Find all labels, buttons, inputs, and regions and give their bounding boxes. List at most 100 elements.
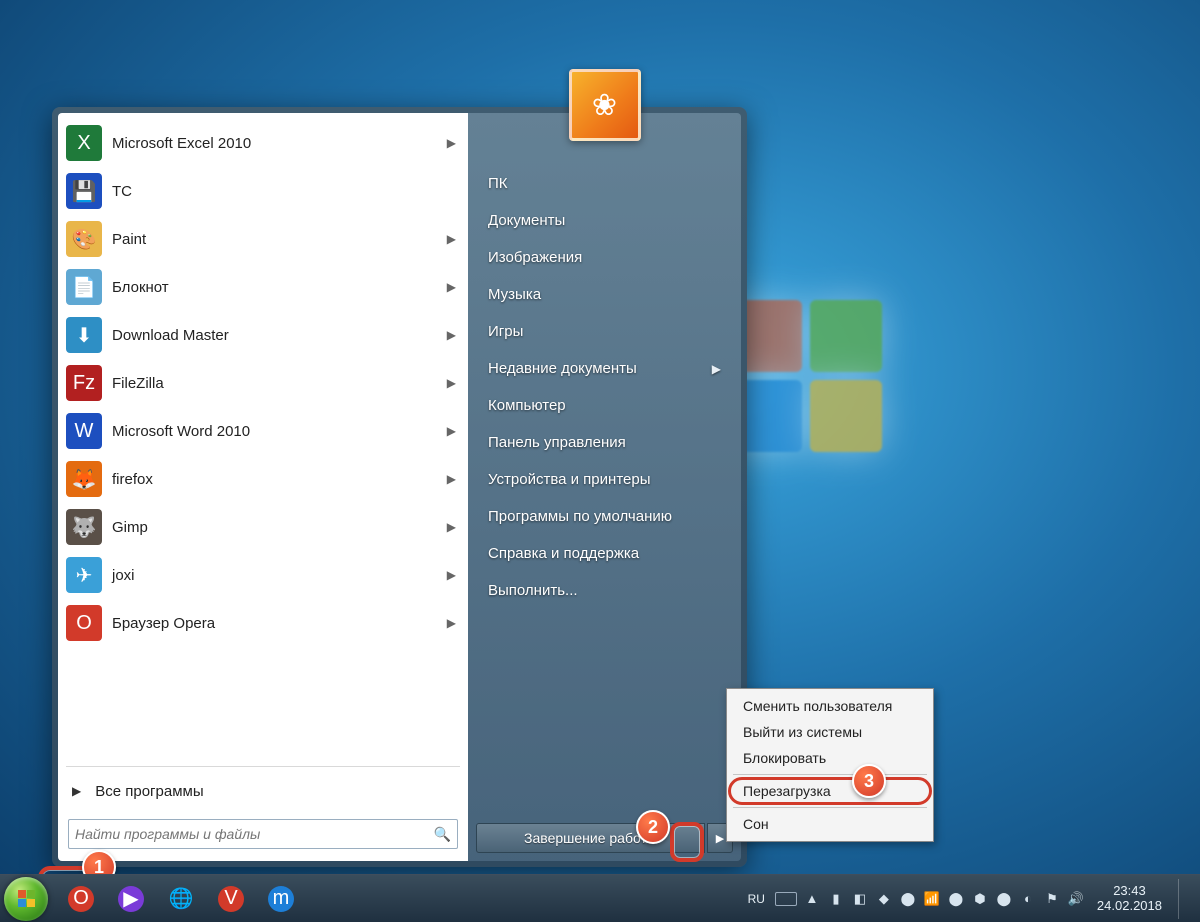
program-item[interactable]: 🐺Gimp▶ [58, 503, 468, 551]
program-icon: X [66, 125, 102, 161]
submenu-item[interactable]: Выйти из системы [729, 719, 931, 745]
chevron-right-icon: ▶ [447, 328, 456, 342]
program-icon: O [66, 605, 102, 641]
link-label: Недавние документы [488, 360, 637, 377]
taskbar-pin-media[interactable]: ▶ [108, 880, 154, 918]
taskbar-pin-vivaldi[interactable]: V [208, 880, 254, 918]
program-item[interactable]: 📄 Блокнот ▶ [58, 263, 468, 311]
opera-icon: O [68, 886, 94, 912]
program-label: Блокнот [112, 279, 169, 296]
link-label: Документы [488, 212, 565, 229]
start-right-link[interactable]: Изображения [476, 239, 733, 276]
search-input[interactable] [75, 826, 434, 842]
program-icon: W [66, 413, 102, 449]
program-item[interactable]: ✈joxi▶ [58, 551, 468, 599]
taskbar-pin-chrome[interactable]: 🌐 [158, 880, 204, 918]
chevron-right-icon: ▶ [447, 280, 456, 294]
link-label: Устройства и принтеры [488, 471, 650, 488]
submenu-item[interactable]: Блокировать [729, 745, 931, 771]
program-label: joxi [112, 567, 135, 584]
link-label: Игры [488, 323, 523, 340]
shutdown-submenu: Сменить пользователяВыйти из системыБлок… [726, 688, 934, 842]
taskbar-pin-maxthon[interactable]: m [258, 880, 304, 918]
start-right-link[interactable]: Программы по умолчанию [476, 498, 733, 535]
chevron-right-icon: ▶ [447, 616, 456, 630]
taskbar-pinned-apps: O ▶🌐Vm [56, 880, 306, 918]
tray-app-icon[interactable]: ⬤ [947, 890, 965, 908]
tray-app-icon[interactable]: ⬤ [995, 890, 1013, 908]
program-icon: 📄 [66, 269, 102, 305]
submenu-item[interactable]: Сон [729, 811, 931, 837]
tray-up-arrow-icon[interactable]: ▲ [803, 890, 821, 908]
chevron-right-icon: ▶ [447, 568, 456, 582]
separator [66, 766, 460, 767]
tray-app-icon[interactable]: ⬢ [971, 890, 989, 908]
link-label: Компьютер [488, 397, 566, 414]
start-right-link[interactable]: Музыка [476, 276, 733, 313]
separator [733, 774, 927, 775]
show-desktop-button[interactable] [1178, 879, 1190, 919]
all-programs-button[interactable]: ▶ Все программы [58, 771, 468, 811]
separator [733, 807, 927, 808]
program-icon: 🎨 [66, 221, 102, 257]
start-right-link[interactable]: Игры [476, 313, 733, 350]
start-right-link[interactable]: ПК [476, 165, 733, 202]
program-label: Paint [112, 231, 146, 248]
start-right-link[interactable]: Документы [476, 202, 733, 239]
chevron-right-icon: ▶ [447, 136, 456, 150]
tray-app-icon[interactable]: ◆ [875, 890, 893, 908]
chevron-right-icon: ▶ [712, 362, 721, 376]
user-picture[interactable]: ❀ [569, 69, 641, 141]
taskbar-clock[interactable]: 23:43 24.02.2018 [1097, 884, 1162, 914]
program-label: Браузер Opera [112, 615, 215, 632]
search-box[interactable]: 🔍 [68, 819, 458, 849]
start-right-link[interactable]: Недавние документы ▶ [476, 350, 733, 387]
start-right-link[interactable]: Выполнить... [476, 572, 733, 609]
program-item[interactable]: 🎨 Paint ▶ [58, 215, 468, 263]
program-item[interactable]: FzFileZilla▶ [58, 359, 468, 407]
program-item[interactable]: O Браузер Opera ▶ [58, 599, 468, 647]
chevron-right-icon: ▶ [447, 472, 456, 486]
start-menu-right-column: ❀ ПКДокументыИзображенияМузыкаИгрыНедавн… [468, 113, 741, 861]
program-item[interactable]: WMicrosoft Word 2010▶ [58, 407, 468, 455]
clock-time: 23:43 [1097, 884, 1162, 899]
tray-app-icon[interactable]: ◐ [1019, 890, 1037, 908]
language-indicator[interactable]: RU [748, 892, 765, 906]
shutdown-button[interactable]: Завершение работы [476, 823, 705, 853]
system-tray: RU ▲ ▮ ◧ ◆ ⬤ 📶 ⬤ ⬢ ⬤ ◐ ⚑ 🔊 23:43 24.02.2… [744, 879, 1194, 919]
volume-icon[interactable]: 🔊 [1067, 890, 1085, 908]
link-label: Справка и поддержка [488, 545, 639, 562]
right-links: ПК Документы ИзображенияМузыка Игры Недавние… [468, 159, 741, 615]
program-icon: 💾 [66, 173, 102, 209]
tray-app-icon[interactable]: ⬤ [899, 890, 917, 908]
start-menu-left-column: XMicrosoft Excel 2010▶ 💾 TC 🎨 Paint ▶ 📄 Блокнот… [58, 113, 468, 861]
start-button[interactable] [4, 877, 48, 921]
start-right-link[interactable]: Компьютер [476, 387, 733, 424]
submenu-item[interactable]: Сменить пользователя [729, 693, 931, 719]
search-icon: 🔍 [434, 826, 451, 843]
program-icon: 🐺 [66, 509, 102, 545]
shutdown-row: Завершение работы ▶ [468, 815, 741, 861]
program-label: firefox [112, 471, 153, 488]
program-label: TC [112, 183, 132, 200]
program-item[interactable]: 🦊 firefox ▶ [58, 455, 468, 503]
start-right-link[interactable]: Справка и поддержка [476, 535, 733, 572]
tray-app-icon[interactable]: ◧ [851, 890, 869, 908]
program-icon: 🦊 [66, 461, 102, 497]
program-item[interactable]: XMicrosoft Excel 2010▶ [58, 119, 468, 167]
program-label: Gimp [112, 519, 148, 536]
submenu-item[interactable]: Перезагрузка [729, 778, 931, 804]
taskbar-pin-opera[interactable]: O [58, 880, 104, 918]
start-right-link[interactable]: Устройства и принтеры [476, 461, 733, 498]
chevron-right-icon: ▶ [447, 232, 456, 246]
keyboard-icon[interactable] [775, 892, 797, 906]
network-icon[interactable]: 📶 [923, 890, 941, 908]
link-label: Панель управления [488, 434, 626, 451]
tray-app-icon[interactable]: ▮ [827, 890, 845, 908]
annotation-badge-2: 2 [636, 810, 670, 844]
action-center-icon[interactable]: ⚑ [1043, 890, 1061, 908]
start-right-link[interactable]: Панель управления [476, 424, 733, 461]
program-item[interactable]: 💾 TC [58, 167, 468, 215]
program-item[interactable]: ⬇Download Master▶ [58, 311, 468, 359]
chevron-right-icon: ▶ [447, 424, 456, 438]
